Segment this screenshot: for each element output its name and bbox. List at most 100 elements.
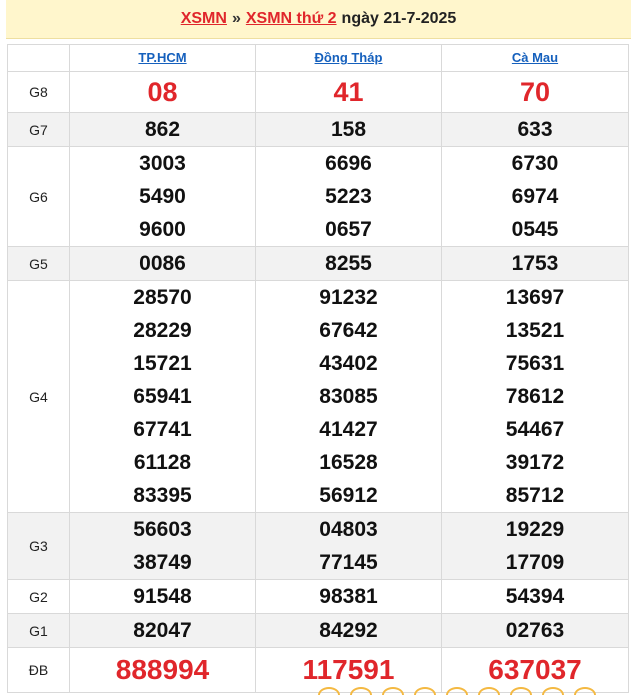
province-header: TP.HCM (69, 44, 256, 72)
prize-cell: 8255 (255, 246, 442, 281)
prize-label: G5 (7, 246, 70, 281)
prize-number: 91548 (133, 585, 192, 608)
prize-number: 85712 (505, 484, 565, 507)
prize-number: 9600 (139, 218, 186, 241)
prize-cell: 28570 28229 15721 65941 67741 61128 83395 (69, 280, 256, 513)
prize-cell: 888994 (69, 647, 256, 693)
prize-cell: 98381 (255, 579, 442, 614)
prize-number: 637037 (488, 654, 582, 685)
xsmn-link[interactable]: XSMN (181, 10, 227, 28)
results-table: TP.HCM Đồng Tháp Cà Mau G8 08 41 70 G7 862 158… (7, 44, 629, 693)
prize-number: 158 (330, 118, 367, 141)
prize-number: 65941 (133, 385, 192, 408)
prize-cell: 6730 6974 0545 (441, 146, 629, 247)
prize-number: 8255 (325, 252, 372, 275)
corner-cell (7, 44, 70, 72)
prize-number: 6696 (325, 152, 372, 175)
dot-shape (382, 687, 404, 695)
prize-number: 70 (519, 77, 551, 107)
prize-number: 28229 (133, 319, 192, 342)
prize-number: 117591 (302, 654, 395, 685)
prize-cell: 6696 5223 0657 (255, 146, 442, 247)
prize-number: 67642 (319, 319, 378, 342)
prize-number: 41 (333, 77, 364, 107)
prize-number: 39172 (505, 451, 565, 474)
prize-number: 0657 (325, 218, 372, 241)
prize-cell: 117591 (255, 647, 442, 693)
prize-number: 5223 (325, 185, 372, 208)
prize-number: 28570 (133, 286, 192, 309)
prize-cell: 56603 38749 (69, 512, 256, 580)
prize-number: 83085 (319, 385, 378, 408)
prize-row-g1: G1 82047 84292 02763 (7, 613, 629, 648)
prize-number: 633 (517, 118, 553, 141)
prize-label: G7 (7, 112, 70, 147)
prize-row-g4: G4 28570 28229 15721 65941 67741 61128 83395 912… (7, 280, 629, 513)
prize-number: 888994 (115, 654, 210, 685)
prize-cell: 70 (441, 71, 629, 113)
prize-number: 56603 (133, 518, 192, 541)
prize-number: 13697 (505, 286, 565, 309)
prize-number: 83395 (133, 484, 192, 507)
prize-row-g7: G7 862 158 633 (7, 112, 629, 147)
dot-shape (510, 687, 532, 695)
results-body: G8 08 41 70 G7 862 158 633 G6 3003 5490 9600 6696 522… (7, 71, 629, 693)
prize-number: 04803 (319, 518, 378, 541)
prize-number: 41427 (319, 418, 378, 441)
prize-label: G8 (7, 71, 70, 113)
prize-number: 75631 (505, 352, 565, 375)
prize-number: 6730 (511, 152, 559, 175)
breadcrumb-separator: » (231, 10, 241, 27)
prize-number: 98381 (319, 585, 378, 608)
prize-number: 19229 (505, 518, 565, 541)
dot-shape (414, 687, 436, 695)
prize-number: 78612 (505, 385, 565, 408)
prize-cell: 04803 77145 (255, 512, 442, 580)
prize-number: 16528 (319, 451, 378, 474)
province-header-row: TP.HCM Đồng Tháp Cà Mau (7, 44, 629, 72)
prize-cell: 02763 (441, 613, 629, 648)
page-header: XSMN » XSMN thứ 2 ngày 21-7-2025 (6, 0, 631, 39)
province-header: Cà Mau (441, 44, 629, 72)
prize-number: 77145 (319, 551, 378, 574)
prize-label: G3 (7, 512, 70, 580)
prize-cell: 0086 (69, 246, 256, 281)
prize-number: 17709 (505, 551, 565, 574)
prize-label: G6 (7, 146, 70, 247)
prize-number: 0086 (139, 252, 186, 275)
prize-cell: 637037 (441, 647, 629, 693)
dot-shape (542, 687, 564, 695)
prize-cell: 54394 (441, 579, 629, 614)
decorative-dots (318, 687, 628, 695)
prize-number: 0545 (511, 218, 559, 241)
prize-number: 84292 (319, 619, 378, 642)
xsmn-thu2-link[interactable]: XSMN thứ 2 (246, 10, 337, 28)
province-link-ca-mau[interactable]: Cà Mau (512, 50, 558, 65)
prize-number: 1753 (511, 252, 559, 275)
draw-date: ngày 21-7-2025 (341, 10, 457, 27)
prize-label: G2 (7, 579, 70, 614)
prize-label: G4 (7, 280, 70, 513)
prize-cell: 633 (441, 112, 629, 147)
prize-cell: 91548 (69, 579, 256, 614)
prize-cell: 13697 13521 75631 78612 54467 39172 85712 (441, 280, 629, 513)
prize-label: ĐB (7, 647, 70, 693)
prize-row-g6: G6 3003 5490 9600 6696 5223 0657 6730 6974 0545 (7, 146, 629, 247)
prize-number: 13521 (505, 319, 565, 342)
prize-cell: 3003 5490 9600 (69, 146, 256, 247)
prize-number: 43402 (319, 352, 378, 375)
prize-row-g5: G5 0086 8255 1753 (7, 246, 629, 281)
prize-row-g2: G2 91548 98381 54394 (7, 579, 629, 614)
prize-number: 54394 (505, 585, 565, 608)
dot-shape (574, 687, 596, 695)
prize-number: 91232 (319, 286, 378, 309)
province-link-tphcm[interactable]: TP.HCM (138, 50, 186, 65)
prize-number: 54467 (505, 418, 565, 441)
province-link-dong-thap[interactable]: Đồng Tháp (315, 50, 383, 65)
prize-number: 38749 (133, 551, 192, 574)
dot-shape (350, 687, 372, 695)
prize-number: 67741 (133, 418, 192, 441)
prize-number: 82047 (133, 619, 192, 642)
prize-label: G1 (7, 613, 70, 648)
prize-number: 61128 (133, 451, 192, 474)
